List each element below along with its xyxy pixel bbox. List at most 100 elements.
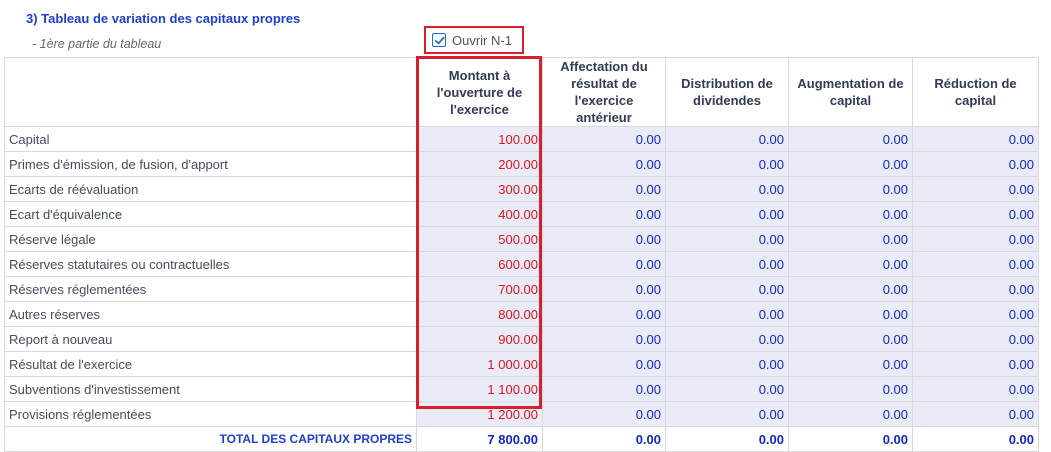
table-row: Réserve légale 500.00 0.00 0.00 0.00 0.00	[4, 226, 1039, 252]
column-header-reduction-capital: Réduction de capital	[912, 57, 1039, 127]
value-cell[interactable]: 0.00	[665, 226, 789, 252]
row-label: Primes d'émission, de fusion, d'apport	[4, 151, 417, 177]
table-row: Report à nouveau 900.00 0.00 0.00 0.00 0.00	[4, 326, 1039, 352]
total-row: TOTAL DES CAPITAUX PROPRES 7 800.00 0.00 0.…	[4, 426, 1039, 452]
table-row: Autres réserves 800.00 0.00 0.00 0.00 0.00	[4, 301, 1039, 327]
table-row: Réserves statutaires ou contractuelles 60…	[4, 251, 1039, 277]
value-cell[interactable]: 0.00	[542, 151, 666, 177]
value-cell[interactable]: 0.00	[788, 301, 913, 327]
value-cell[interactable]: 0.00	[912, 151, 1039, 177]
checkbox-checked-icon[interactable]	[432, 33, 446, 47]
row-label: Réserves statutaires ou contractuelles	[4, 251, 417, 277]
table-subtitle: - 1ère partie du tableau	[32, 37, 162, 51]
value-cell[interactable]: 0.00	[912, 176, 1039, 202]
column-header-montant-ouverture: Montant à l'ouverture de l'exercice	[416, 57, 543, 127]
value-cell[interactable]: 900.00	[416, 326, 543, 352]
column-header-distribution-dividendes: Distribution de dividendes	[665, 57, 789, 127]
value-cell[interactable]: 400.00	[416, 201, 543, 227]
value-cell[interactable]: 0.00	[665, 251, 789, 277]
value-cell[interactable]: 0.00	[542, 326, 666, 352]
table-row: Subventions d'investissement 1 100.00 0.00…	[4, 376, 1039, 402]
value-cell[interactable]: 0.00	[788, 151, 913, 177]
value-cell[interactable]: 300.00	[416, 176, 543, 202]
section-title: 3) Tableau de variation des capitaux pro…	[26, 11, 301, 26]
value-cell[interactable]: 0.00	[542, 176, 666, 202]
value-cell[interactable]: 0.00	[542, 376, 666, 402]
value-cell[interactable]: 0.00	[665, 326, 789, 352]
value-cell[interactable]: 0.00	[788, 401, 913, 427]
value-cell[interactable]: 0.00	[665, 301, 789, 327]
value-cell[interactable]: 0.00	[788, 276, 913, 302]
value-cell[interactable]: 0.00	[912, 401, 1039, 427]
value-cell[interactable]: 0.00	[542, 301, 666, 327]
value-cell[interactable]: 0.00	[912, 251, 1039, 277]
value-cell[interactable]: 0.00	[665, 276, 789, 302]
row-label: Réserve légale	[4, 226, 417, 252]
value-cell[interactable]: 0.00	[912, 126, 1039, 152]
value-cell[interactable]: 0.00	[912, 301, 1039, 327]
value-cell[interactable]: 1 200.00	[416, 401, 543, 427]
value-cell[interactable]: 0.00	[912, 376, 1039, 402]
value-cell[interactable]: 0.00	[542, 401, 666, 427]
table-row: Capital 100.00 0.00 0.00 0.00 0.00	[4, 126, 1039, 152]
total-value-cell: 0.00	[542, 426, 666, 452]
value-cell[interactable]: 0.00	[665, 351, 789, 377]
ouvrir-n1-checkbox[interactable]: Ouvrir N-1	[424, 26, 524, 54]
value-cell[interactable]: 0.00	[542, 126, 666, 152]
value-cell[interactable]: 0.00	[665, 201, 789, 227]
value-cell[interactable]: 0.00	[788, 326, 913, 352]
row-label: Résultat de l'exercice	[4, 351, 417, 377]
value-cell[interactable]: 0.00	[788, 201, 913, 227]
table-row: Ecart d'équivalence 400.00 0.00 0.00 0.00 0.0…	[4, 201, 1039, 227]
value-cell[interactable]: 0.00	[542, 351, 666, 377]
value-cell[interactable]: 100.00	[416, 126, 543, 152]
value-cell[interactable]: 600.00	[416, 251, 543, 277]
table-row: Résultat de l'exercice 1 000.00 0.00 0.00 0.…	[4, 351, 1039, 377]
value-cell[interactable]: 800.00	[416, 301, 543, 327]
table-header-row: Montant à l'ouverture de l'exercice Affe…	[4, 57, 1039, 127]
row-label: Subventions d'investissement	[4, 376, 417, 402]
row-label: Autres réserves	[4, 301, 417, 327]
table-row: Réserves réglementées 700.00 0.00 0.00 0.00 0…	[4, 276, 1039, 302]
value-cell[interactable]: 0.00	[912, 201, 1039, 227]
row-label: Provisions réglementées	[4, 401, 417, 427]
value-cell[interactable]: 0.00	[788, 376, 913, 402]
value-cell[interactable]: 500.00	[416, 226, 543, 252]
value-cell[interactable]: 0.00	[542, 251, 666, 277]
value-cell[interactable]: 200.00	[416, 151, 543, 177]
value-cell[interactable]: 0.00	[542, 226, 666, 252]
row-label: Réserves réglementées	[4, 276, 417, 302]
column-header-affectation-resultat: Affectation du résultat de l'exercice an…	[542, 57, 666, 127]
value-cell[interactable]: 0.00	[542, 276, 666, 302]
row-label: Report à nouveau	[4, 326, 417, 352]
table-row: Provisions réglementées 1 200.00 0.00 0.00 0…	[4, 401, 1039, 427]
value-cell[interactable]: 0.00	[542, 201, 666, 227]
total-value-cell: 0.00	[665, 426, 789, 452]
total-value-cell: 7 800.00	[416, 426, 543, 452]
value-cell[interactable]: 0.00	[912, 351, 1039, 377]
value-cell[interactable]: 0.00	[912, 326, 1039, 352]
table-row: Primes d'émission, de fusion, d'apport 20…	[4, 151, 1039, 177]
value-cell[interactable]: 700.00	[416, 276, 543, 302]
column-header-augmentation-capital: Augmentation de capital	[788, 57, 913, 127]
row-label: Capital	[4, 126, 417, 152]
value-cell[interactable]: 0.00	[788, 176, 913, 202]
total-value-cell: 0.00	[912, 426, 1039, 452]
value-cell[interactable]: 0.00	[912, 276, 1039, 302]
value-cell[interactable]: 0.00	[788, 126, 913, 152]
value-cell[interactable]: 0.00	[665, 176, 789, 202]
capitaux-propres-table: Montant à l'ouverture de l'exercice Affe…	[4, 57, 1039, 452]
value-cell[interactable]: 1 000.00	[416, 351, 543, 377]
table-row: Ecarts de réévaluation 300.00 0.00 0.00 0.00…	[4, 176, 1039, 202]
row-label: Ecart d'équivalence	[4, 201, 417, 227]
total-label: TOTAL DES CAPITAUX PROPRES	[4, 426, 417, 452]
value-cell[interactable]: 0.00	[665, 151, 789, 177]
value-cell[interactable]: 1 100.00	[416, 376, 543, 402]
value-cell[interactable]: 0.00	[788, 226, 913, 252]
value-cell[interactable]: 0.00	[665, 401, 789, 427]
value-cell[interactable]: 0.00	[665, 126, 789, 152]
value-cell[interactable]: 0.00	[788, 251, 913, 277]
value-cell[interactable]: 0.00	[665, 376, 789, 402]
value-cell[interactable]: 0.00	[788, 351, 913, 377]
value-cell[interactable]: 0.00	[912, 226, 1039, 252]
